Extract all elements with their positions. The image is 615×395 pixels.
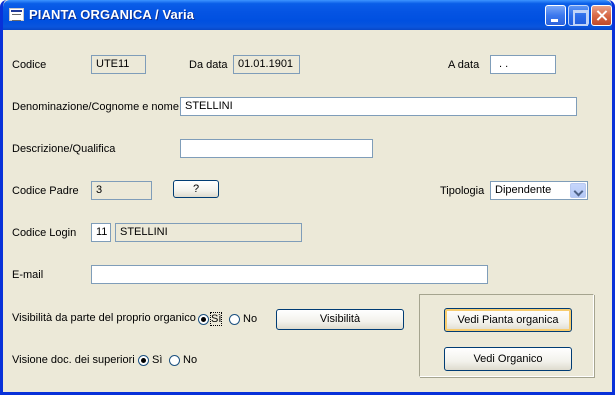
visibilita-label: Visibilità da parte del proprio organico — [12, 312, 196, 324]
vedi-pianta-organica-button[interactable]: Vedi Pianta organica — [444, 308, 572, 332]
codice-field[interactable]: UTE11 — [91, 55, 146, 74]
da-data-label: Da data — [189, 59, 228, 71]
descrizione-field[interactable] — [180, 139, 373, 158]
email-label: E-mail — [12, 269, 44, 281]
close-button[interactable] — [591, 5, 612, 26]
visibilita-si-label[interactable]: Sì — [209, 312, 223, 326]
codice-login-label: Codice Login — [12, 227, 77, 239]
codice-padre-lookup-button[interactable]: ? — [173, 180, 219, 198]
codice-login-id-field[interactable]: 11 — [91, 223, 111, 242]
a-data-label: A data — [448, 59, 480, 71]
a-data-field[interactable]: . . — [490, 55, 556, 74]
chevron-down-icon[interactable] — [570, 183, 586, 198]
denominazione-label: Denominazione/Cognome e nome — [12, 101, 179, 113]
denominazione-field[interactable]: STELLINI — [180, 97, 577, 116]
tipologia-select[interactable]: Dipendente — [490, 181, 588, 200]
descrizione-label: Descrizione/Qualifica — [12, 143, 116, 155]
form-icon — [9, 8, 24, 21]
codice-label: Codice — [12, 59, 47, 71]
visione-no-radio[interactable] — [169, 355, 180, 366]
visione-si-label[interactable]: Sì — [152, 354, 162, 366]
visibilita-no-label[interactable]: No — [243, 313, 257, 325]
tipologia-value: Dipendente — [495, 184, 552, 196]
window-title: PIANTA ORGANICA / Varia — [29, 7, 195, 22]
codice-login-name-field[interactable]: STELLINI — [115, 223, 302, 242]
visibilita-button[interactable]: Visibilità — [276, 309, 404, 330]
title-bar[interactable]: PIANTA ORGANICA / Varia — [3, 0, 612, 30]
codice-padre-label: Codice Padre — [12, 185, 79, 197]
vedi-organico-button[interactable]: Vedi Organico — [444, 347, 572, 371]
tipologia-label: Tipologia — [440, 185, 485, 197]
codice-padre-field[interactable]: 3 — [91, 181, 152, 200]
email-field[interactable] — [91, 265, 488, 284]
visione-label: Visione doc. dei superiori — [12, 354, 135, 366]
visibilita-no-radio[interactable] — [229, 314, 240, 325]
visione-no-label[interactable]: No — [183, 354, 197, 366]
da-data-field[interactable]: 01.01.1901 — [233, 55, 300, 74]
visibilita-si-radio[interactable] — [198, 314, 209, 325]
minimize-button[interactable] — [545, 5, 566, 26]
maximize-button[interactable] — [568, 5, 589, 26]
visione-si-radio[interactable] — [138, 355, 149, 366]
